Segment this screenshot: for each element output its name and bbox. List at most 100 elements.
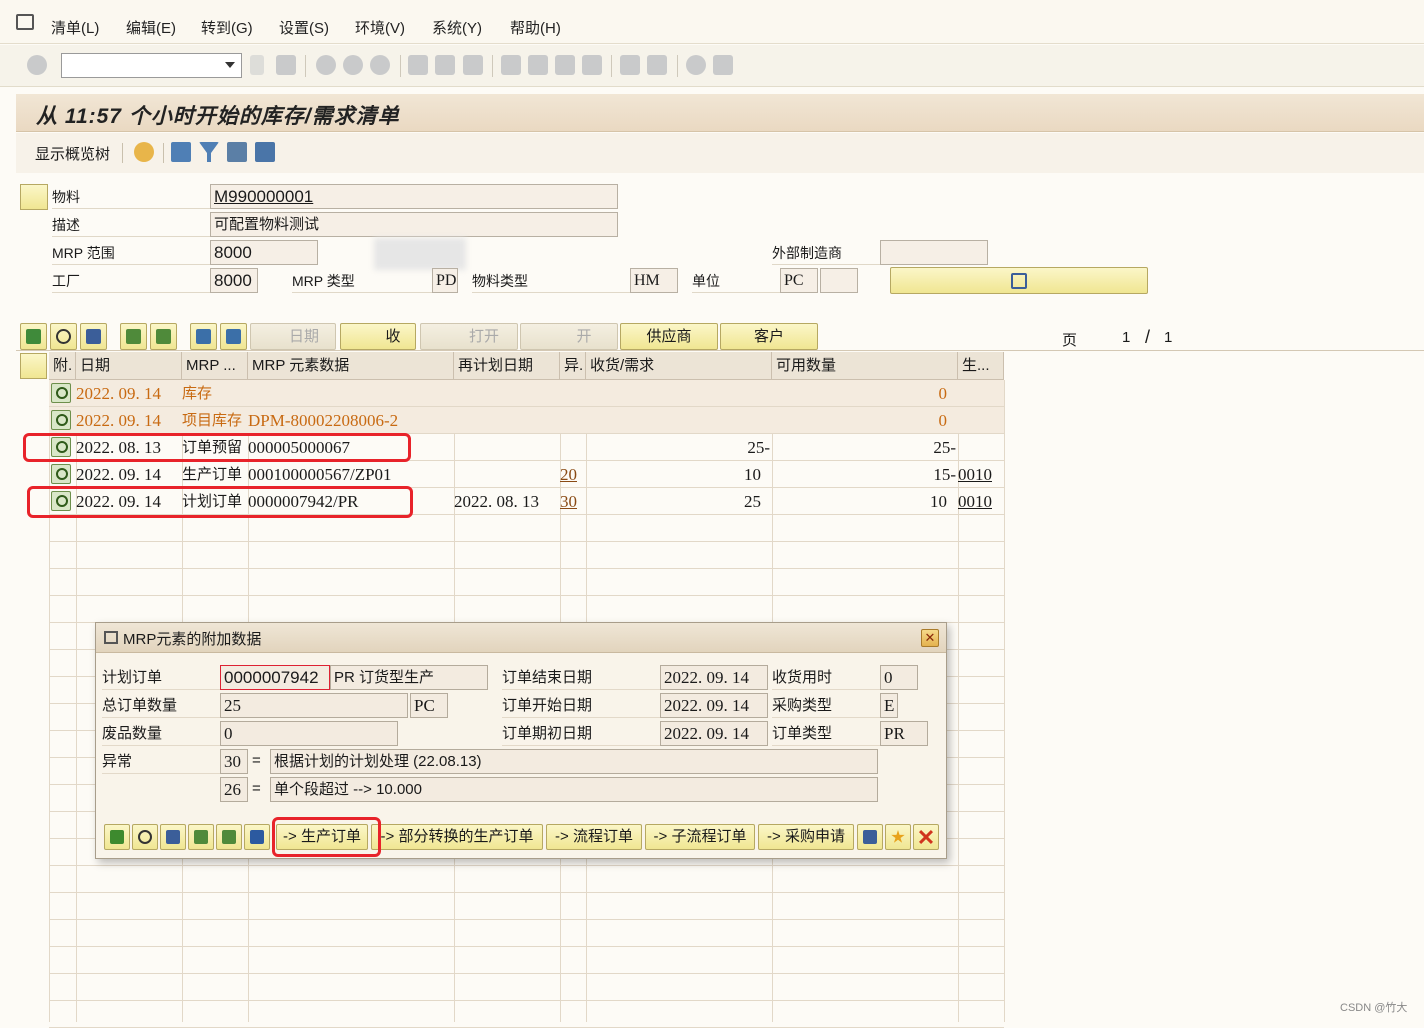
col-exception[interactable]: 异. bbox=[560, 352, 586, 380]
row-production[interactable]: 0010 bbox=[958, 461, 992, 488]
table-row[interactable]: 2022. 09. 14 库存 0 bbox=[49, 380, 1004, 407]
order-end-date-field[interactable]: 2022. 09. 14 bbox=[660, 665, 768, 690]
command-field[interactable] bbox=[61, 53, 242, 78]
menu-environment[interactable]: 环境(V) bbox=[355, 17, 405, 38]
cancel-popup-button[interactable] bbox=[913, 824, 939, 850]
gr-time-field[interactable]: 0 bbox=[880, 665, 918, 690]
shortcut-icon[interactable] bbox=[647, 55, 667, 75]
overview-tree-button[interactable]: 显示概览树 bbox=[35, 143, 110, 164]
vendor-button[interactable]: 供应商 bbox=[620, 323, 718, 350]
open2-button[interactable]: 开 bbox=[520, 323, 618, 350]
find-icon[interactable] bbox=[435, 55, 455, 75]
customer-button[interactable]: 客户 bbox=[720, 323, 818, 350]
table-row[interactable]: 2022. 09. 14 项目库存 DPM-80002208006-2 0 bbox=[49, 407, 1004, 434]
receipt-button[interactable]: 收 bbox=[340, 323, 416, 350]
menu-goto[interactable]: 转到(G) bbox=[201, 17, 253, 38]
cancel-icon[interactable] bbox=[370, 55, 390, 75]
row-production[interactable]: 0010 bbox=[958, 488, 992, 515]
prev-page-icon[interactable] bbox=[528, 55, 548, 75]
col-production[interactable]: 生... bbox=[958, 352, 1004, 380]
plant-field[interactable]: 8000 bbox=[210, 268, 258, 293]
page-total: 1 bbox=[1164, 329, 1173, 346]
col-date[interactable]: 日期 bbox=[76, 352, 182, 380]
date-button[interactable]: 日期 bbox=[250, 323, 336, 350]
settings-icon[interactable] bbox=[227, 142, 247, 162]
new-session-icon[interactable] bbox=[620, 55, 640, 75]
col-attach[interactable]: 附. bbox=[49, 352, 76, 380]
help-icon[interactable] bbox=[686, 55, 706, 75]
detail-icon[interactable] bbox=[51, 383, 71, 403]
unit-field[interactable]: PC bbox=[780, 268, 818, 293]
change-button[interactable] bbox=[80, 323, 107, 350]
select-all-button[interactable] bbox=[20, 353, 47, 379]
excel-icon[interactable] bbox=[255, 142, 275, 162]
menu-system[interactable]: 系统(Y) bbox=[432, 17, 482, 38]
expand-button[interactable] bbox=[220, 323, 247, 350]
detail-icon[interactable] bbox=[51, 410, 71, 430]
enter-icon[interactable] bbox=[27, 55, 47, 75]
row-exception[interactable]: 20 bbox=[560, 461, 577, 488]
description-field[interactable]: 可配置物料测试 bbox=[210, 212, 618, 237]
total-button[interactable] bbox=[20, 323, 47, 350]
edit-popup-button[interactable] bbox=[160, 824, 186, 850]
first-page-icon[interactable] bbox=[501, 55, 521, 75]
collapse-button[interactable] bbox=[190, 323, 217, 350]
pegging-popup-button[interactable] bbox=[132, 824, 158, 850]
layout-icon[interactable] bbox=[713, 55, 733, 75]
menu-help[interactable]: 帮助(H) bbox=[510, 17, 561, 38]
total-qty-field[interactable]: 25 bbox=[220, 693, 408, 718]
order-type-field[interactable]: PR bbox=[880, 721, 928, 746]
find-next-icon[interactable] bbox=[463, 55, 483, 75]
menu-edit[interactable]: 编辑(E) bbox=[126, 17, 176, 38]
external-manufacturer-field[interactable] bbox=[880, 240, 988, 265]
table-row[interactable]: 2022. 09. 14 生产订单 000100000567/ZP01 20 1… bbox=[49, 461, 1004, 488]
col-mrp-element[interactable]: MRP ... bbox=[182, 352, 248, 380]
edit-doc-button[interactable] bbox=[857, 824, 883, 850]
detail-icon[interactable] bbox=[51, 464, 71, 484]
material-field[interactable]: M990000001 bbox=[210, 184, 618, 209]
col-mrp-element-data[interactable]: MRP 元素数据 bbox=[248, 352, 454, 380]
to-purchase-requisition-button[interactable]: -> 采购申请 bbox=[758, 824, 854, 850]
order-open-date-field[interactable]: 2022. 09. 14 bbox=[660, 721, 768, 746]
menu-settings[interactable]: 设置(S) bbox=[279, 17, 329, 38]
system-menu-icon[interactable] bbox=[16, 14, 34, 30]
unit-extra-field[interactable] bbox=[820, 268, 858, 293]
menu-list[interactable]: 清单(L) bbox=[51, 17, 99, 38]
print-icon[interactable] bbox=[408, 55, 428, 75]
hierarchy-down-button[interactable] bbox=[150, 323, 177, 350]
hierarchy-up-popup-button[interactable] bbox=[188, 824, 214, 850]
scrap-qty-field[interactable]: 0 bbox=[220, 721, 398, 746]
back-icon[interactable] bbox=[250, 55, 264, 75]
next-page-icon[interactable] bbox=[555, 55, 575, 75]
hierarchy-down-popup-button[interactable] bbox=[216, 824, 242, 850]
close-icon[interactable]: ✕ bbox=[921, 629, 939, 647]
col-reschedule-date[interactable]: 再计划日期 bbox=[454, 352, 560, 380]
last-page-icon[interactable] bbox=[582, 55, 602, 75]
mrp-type-field[interactable]: PD bbox=[432, 268, 458, 293]
col-available-qty[interactable]: 可用数量 bbox=[772, 352, 958, 380]
material-icon[interactable] bbox=[20, 184, 48, 210]
save-icon[interactable] bbox=[276, 55, 296, 75]
pegging-button[interactable] bbox=[50, 323, 77, 350]
refresh-icon[interactable] bbox=[171, 142, 191, 162]
favorite-button[interactable] bbox=[885, 824, 911, 850]
chevron-down-icon[interactable] bbox=[225, 62, 235, 68]
col-receipt-req[interactable]: 收货/需求 bbox=[586, 352, 772, 380]
planned-order-field[interactable]: 0000007942 bbox=[220, 665, 330, 690]
material-type-field[interactable]: HM bbox=[630, 268, 678, 293]
order-start-date-field[interactable]: 2022. 09. 14 bbox=[660, 693, 768, 718]
to-subprocess-order-button[interactable]: -> 子流程订单 bbox=[645, 824, 755, 850]
confirm-button[interactable] bbox=[104, 824, 130, 850]
row-exception[interactable]: 30 bbox=[560, 488, 577, 515]
to-process-order-button[interactable]: -> 流程订单 bbox=[546, 824, 642, 850]
procurement-type-field[interactable]: E bbox=[880, 693, 898, 718]
user-icon[interactable] bbox=[134, 142, 154, 162]
mrp-area-field[interactable]: 8000 bbox=[210, 240, 318, 265]
hierarchy-up-button[interactable] bbox=[120, 323, 147, 350]
exit-icon[interactable] bbox=[343, 55, 363, 75]
to-partial-production-order-button[interactable]: -> 部分转换的生产订单 bbox=[371, 824, 543, 850]
back-nav-icon[interactable] bbox=[316, 55, 336, 75]
open-button[interactable]: 打开 bbox=[420, 323, 518, 350]
info-button[interactable] bbox=[244, 824, 270, 850]
edit-header-button[interactable] bbox=[890, 267, 1148, 294]
